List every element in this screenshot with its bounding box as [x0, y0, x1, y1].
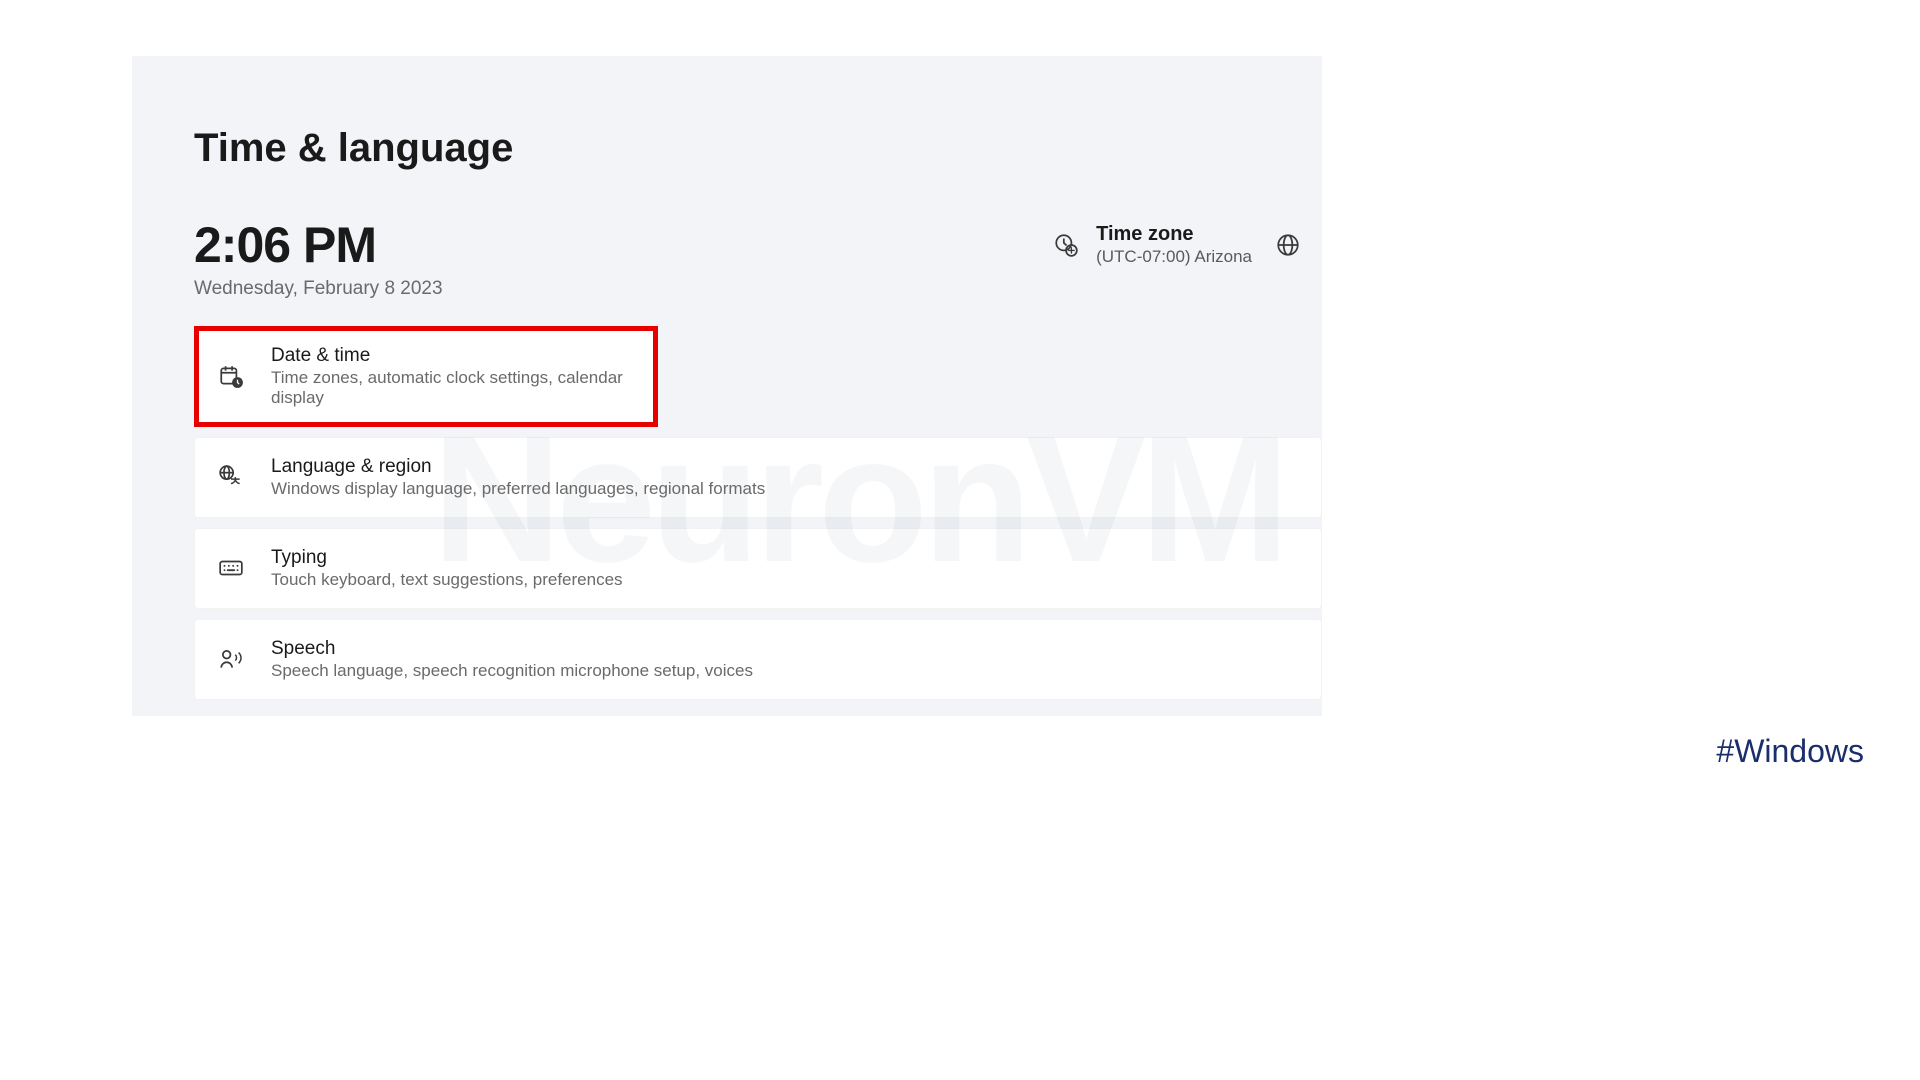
item-text: Speech Speech language, speech recogniti… [271, 638, 753, 681]
item-title: Typing [271, 547, 623, 569]
clock-date: Wednesday, February 8 2023 [194, 278, 443, 300]
keyboard-icon [217, 554, 245, 582]
clock-time: 2:06 PM [194, 219, 443, 272]
item-subtitle: Windows display language, preferred lang… [271, 479, 765, 499]
hashtag-label: #Windows [1716, 733, 1864, 770]
page-title: Time & language [194, 126, 1322, 171]
settings-item-speech[interactable]: Speech Speech language, speech recogniti… [194, 619, 1322, 700]
settings-panel: Time & language 2:06 PM Wednesday, Febru… [132, 56, 1322, 716]
item-text: Typing Touch keyboard, text suggestions,… [271, 547, 623, 590]
timezone-left: Time zone (UTC-07:00) Arizona [1052, 223, 1252, 267]
item-title: Date & time [271, 345, 635, 367]
item-text: Language & region Windows display langua… [271, 456, 765, 499]
settings-list: Date & time Time zones, automatic clock … [194, 326, 1322, 700]
item-subtitle: Touch keyboard, text suggestions, prefer… [271, 570, 623, 590]
settings-item-language-region[interactable]: Language & region Windows display langua… [194, 437, 1322, 518]
settings-item-typing[interactable]: Typing Touch keyboard, text suggestions,… [194, 528, 1322, 609]
timezone-value: (UTC-07:00) Arizona [1096, 247, 1252, 267]
clock-block: 2:06 PM Wednesday, February 8 2023 [194, 219, 443, 300]
item-subtitle: Time zones, automatic clock settings, ca… [271, 368, 635, 408]
timezone-block[interactable]: Time zone (UTC-07:00) Arizona [1052, 223, 1302, 267]
item-subtitle: Speech language, speech recognition micr… [271, 661, 753, 681]
timezone-text: Time zone (UTC-07:00) Arizona [1096, 223, 1252, 267]
item-title: Speech [271, 638, 753, 660]
header-row: 2:06 PM Wednesday, February 8 2023 Time … [194, 219, 1322, 300]
calendar-clock-icon [217, 362, 245, 390]
language-region-icon [217, 463, 245, 491]
timezone-clock-icon [1052, 231, 1080, 259]
globe-icon[interactable] [1274, 231, 1302, 259]
speech-icon [217, 645, 245, 673]
item-title: Language & region [271, 456, 765, 478]
settings-item-date-time[interactable]: Date & time Time zones, automatic clock … [194, 326, 658, 427]
item-text: Date & time Time zones, automatic clock … [271, 345, 635, 408]
timezone-label: Time zone [1096, 223, 1252, 246]
